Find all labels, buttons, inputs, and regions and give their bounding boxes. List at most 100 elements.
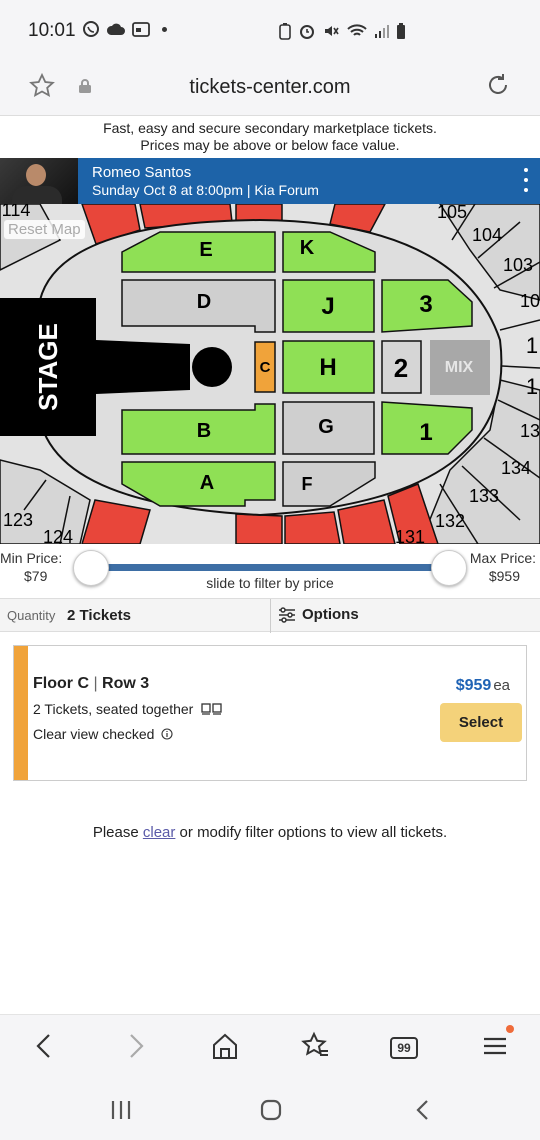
- system-nav-bar: [0, 1080, 540, 1140]
- event-performer: Romeo Santos: [92, 164, 192, 181]
- back-icon[interactable]: [32, 1031, 56, 1061]
- reload-icon[interactable]: [484, 72, 512, 100]
- notice-suffix: or modify filter options to view all tic…: [175, 824, 448, 841]
- listing-price-unit: ea: [493, 677, 510, 694]
- listing-clear-view-text: Clear view checked: [33, 726, 155, 742]
- whatsapp-icon: [83, 21, 99, 37]
- listing-seating: 2 Tickets, seated together: [33, 701, 223, 717]
- status-time: 10:01: [28, 20, 76, 41]
- section-h-label: H: [319, 354, 336, 381]
- section-d-label: D: [197, 291, 211, 313]
- options-button[interactable]: Options: [278, 606, 359, 623]
- mute-icon: [325, 26, 339, 36]
- signal-icon: [375, 25, 389, 38]
- notice-prefix: Please: [92, 824, 143, 841]
- status-bar: 10:01: [0, 0, 540, 62]
- section-103-label: 103: [503, 255, 533, 275]
- section-132-label: 132: [435, 511, 465, 531]
- browser-bottom-nav: 99: [0, 1014, 540, 1080]
- section-j-label: J: [321, 293, 334, 320]
- forward-icon[interactable]: [124, 1031, 148, 1061]
- options-label: Options: [302, 606, 359, 623]
- ticket-listing-card[interactable]: Floor C | Row 3 2 Tickets, seated togeth…: [13, 645, 527, 781]
- section-red-6[interactable]: [235, 513, 283, 544]
- clear-filters-link[interactable]: clear: [143, 824, 176, 841]
- listing-row: Row 3: [102, 675, 150, 692]
- seats-icon: [201, 703, 222, 715]
- section-105-label: 105: [437, 204, 467, 222]
- slider-hint: slide to filter by price: [206, 575, 334, 591]
- listing-price: $959 ea: [456, 677, 510, 695]
- section-a-label: A: [200, 472, 214, 494]
- menu-notification-dot: [506, 1025, 514, 1033]
- listing-seating-text: 2 Tickets, seated together: [33, 701, 194, 717]
- filter-notice: Please clear or modify filter options to…: [0, 824, 540, 841]
- section-red-7[interactable]: [284, 511, 341, 544]
- listing-section: Floor C: [33, 675, 89, 692]
- min-price-label: Min Price:: [0, 550, 63, 566]
- info-icon[interactable]: [161, 728, 173, 740]
- quantity-label: Quantity: [7, 608, 56, 623]
- section-133-label: 133: [469, 486, 499, 506]
- seat-map-svg[interactable]: STAGE E K D J 3 C H 2 MIX B G 1 A F 114 …: [0, 204, 540, 544]
- listing-price-value: $959: [455, 677, 492, 694]
- price-slider-track[interactable]: [92, 564, 448, 571]
- section-136-label: 1: [526, 374, 538, 399]
- listing-section-row: Floor C | Row 3: [33, 675, 150, 692]
- event-datetime: Sunday Oct 8 at 8:00pm | Kia Forum: [92, 182, 319, 198]
- status-right-icons: [278, 22, 406, 40]
- section-104-label: 104: [472, 225, 502, 245]
- menu-icon[interactable]: [482, 1031, 508, 1061]
- stage-label: STAGE: [33, 323, 63, 411]
- bar-divider: [270, 599, 271, 633]
- more-options-icon[interactable]: [522, 168, 530, 192]
- section-131-label: 131: [395, 527, 425, 544]
- tabs-button[interactable]: 99: [390, 1037, 418, 1059]
- quantity-select[interactable]: 2 Tickets: [67, 607, 131, 624]
- recents-icon[interactable]: [110, 1098, 132, 1122]
- sliders-icon: [279, 606, 295, 623]
- section-135-label: 13: [520, 421, 540, 441]
- quantity-options-bar: Quantity 2 Tickets Options: [0, 598, 540, 633]
- section-e-label: E: [199, 239, 212, 261]
- section-b-label: B: [197, 420, 211, 442]
- alarm-icon: [300, 25, 314, 39]
- dot-icon: [162, 26, 167, 32]
- mix-label: MIX: [445, 359, 474, 376]
- section-114-label: 114: [2, 204, 31, 220]
- listing-clear-view: Clear view checked: [33, 726, 173, 742]
- section-2-label: 2: [394, 353, 408, 383]
- marketplace-notice: Fast, easy and secure secondary marketpl…: [0, 117, 540, 157]
- section-124-label: 124: [43, 527, 73, 544]
- battery-saver-icon: [279, 23, 291, 40]
- section-1-label: 1: [419, 419, 432, 446]
- banner-line-1: Fast, easy and secure secondary marketpl…: [103, 120, 437, 136]
- select-button[interactable]: Select: [440, 703, 522, 742]
- section-k-label: K: [300, 237, 315, 259]
- section-c-label: C: [260, 359, 271, 376]
- section-134-label: 134: [501, 458, 531, 478]
- listing-accent: [14, 646, 28, 780]
- bookmarks-icon[interactable]: [300, 1031, 330, 1061]
- event-header: Romeo Santos Sunday Oct 8 at 8:00pm | Ki…: [0, 158, 540, 204]
- seat-map[interactable]: STAGE E K D J 3 C H 2 MIX B G 1 A F 114 …: [0, 204, 540, 544]
- cloud-icon: [106, 23, 125, 35]
- reset-map-button[interactable]: Reset Map: [4, 220, 85, 239]
- section-f-label: F: [302, 474, 313, 494]
- calendar-icon: [132, 22, 150, 37]
- browser-url-bar: tickets-center.com: [0, 62, 540, 116]
- banner-line-2: Prices may be above or below face value.: [140, 137, 400, 153]
- url-domain[interactable]: tickets-center.com: [0, 76, 540, 99]
- home-button-icon[interactable]: [259, 1098, 283, 1122]
- section-101-label: 1: [526, 333, 538, 358]
- max-price-label: Max Price:: [469, 550, 536, 566]
- battery-icon: [397, 23, 405, 39]
- home-icon[interactable]: [211, 1031, 239, 1061]
- status-left-icons: [82, 20, 167, 38]
- max-price-value: $959: [488, 568, 520, 584]
- stage-thrust-circle: [192, 347, 232, 387]
- section-3-label: 3: [419, 291, 432, 318]
- system-back-icon[interactable]: [414, 1098, 432, 1122]
- wifi-icon: [347, 24, 367, 36]
- price-filter: Min Price: $79 slide to filter by price …: [0, 545, 540, 599]
